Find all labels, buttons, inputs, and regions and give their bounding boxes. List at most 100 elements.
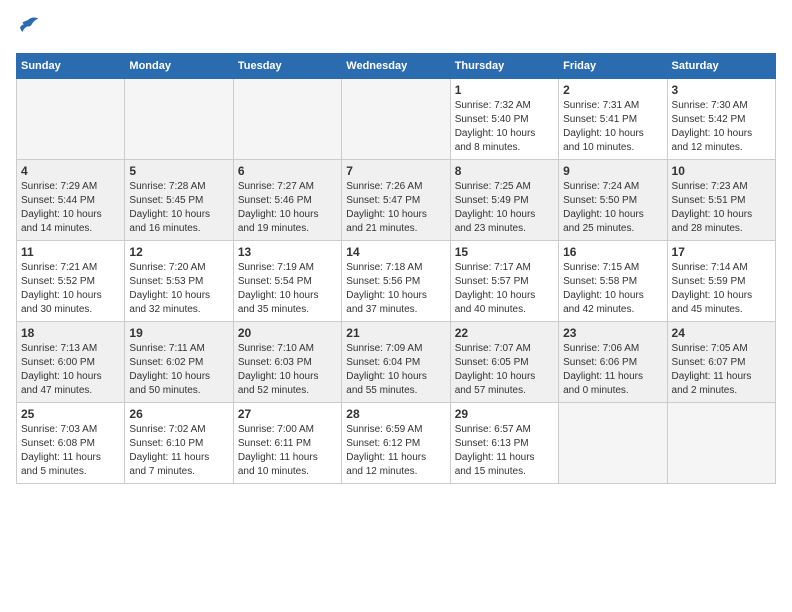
calendar-cell: 14Sunrise: 7:18 AM Sunset: 5:56 PM Dayli… xyxy=(342,241,450,322)
day-info: Sunrise: 7:21 AM Sunset: 5:52 PM Dayligh… xyxy=(21,261,120,317)
calendar-cell: 22 Sunrise: 7:07 AM Sunset: 6:05 PM Dayli… xyxy=(450,322,558,403)
calendar-cell: 7 Sunrise: 7:26 AM Sunset: 5:47 PM Daylig… xyxy=(342,160,450,241)
calendar-cell: 20 Sunrise: 7:10 AM Sunset: 6:03 PM Dayli… xyxy=(233,322,341,403)
day-number: 14 xyxy=(346,245,445,259)
calendar-cell: 10 Sunrise: 7:23 AM Sunset: 5:51 PM Dayli… xyxy=(667,160,775,241)
day-number: 28 xyxy=(346,407,445,421)
day-number: 4 xyxy=(21,164,120,178)
day-info: Sunrise: 7:03 AM Sunset: 6:08 PM Dayligh… xyxy=(21,423,120,479)
day-number: 23 xyxy=(563,326,662,340)
day-info: Sunrise: 7:29 AM Sunset: 5:44 PM Dayligh… xyxy=(21,180,120,236)
day-info: Sunrise: 7:15 AM Sunset: 5:58 PM Dayligh… xyxy=(563,261,662,317)
calendar-cell: 29 Sunrise: 6:57 AM Sunset: 6:13 PM Dayli… xyxy=(450,403,558,484)
day-number: 19 xyxy=(129,326,228,340)
calendar-cell xyxy=(17,79,125,160)
calendar-table: SundayMondayTuesdayWednesdayThursdayFrid… xyxy=(16,53,776,484)
day-number: 15 xyxy=(455,245,554,259)
day-info: Sunrise: 6:59 AM Sunset: 6:12 PM Dayligh… xyxy=(346,423,445,479)
calendar-cell: 24 Sunrise: 7:05 AM Sunset: 6:07 PM Dayli… xyxy=(667,322,775,403)
day-number: 10 xyxy=(672,164,771,178)
day-number: 29 xyxy=(455,407,554,421)
calendar-weekday-header: Saturday xyxy=(667,54,775,79)
calendar-weekday-header: Wednesday xyxy=(342,54,450,79)
day-number: 16 xyxy=(563,245,662,259)
page-header xyxy=(16,16,776,41)
day-number: 27 xyxy=(238,407,337,421)
calendar-cell: 12 Sunrise: 7:20 AM Sunset: 5:53 PM Dayli… xyxy=(125,241,233,322)
day-info: Sunrise: 7:30 AM Sunset: 5:42 PM Dayligh… xyxy=(672,99,771,155)
day-info: Sunrise: 7:10 AM Sunset: 6:03 PM Dayligh… xyxy=(238,342,337,398)
calendar-weekday-header: Tuesday xyxy=(233,54,341,79)
day-info: Sunrise: 7:13 AM Sunset: 6:00 PM Dayligh… xyxy=(21,342,120,398)
day-number: 11 xyxy=(21,245,120,259)
logo-icon xyxy=(16,16,40,41)
calendar-cell: 25 Sunrise: 7:03 AM Sunset: 6:08 PM Dayli… xyxy=(17,403,125,484)
day-info: Sunrise: 7:09 AM Sunset: 6:04 PM Dayligh… xyxy=(346,342,445,398)
day-number: 1 xyxy=(455,83,554,97)
calendar-week-row: 25 Sunrise: 7:03 AM Sunset: 6:08 PM Dayli… xyxy=(17,403,776,484)
calendar-week-row: 1 Sunrise: 7:32 AM Sunset: 5:40 PM Daylig… xyxy=(17,79,776,160)
calendar-cell: 3 Sunrise: 7:30 AM Sunset: 5:42 PM Daylig… xyxy=(667,79,775,160)
calendar-cell xyxy=(667,403,775,484)
day-info: Sunrise: 7:00 AM Sunset: 6:11 PM Dayligh… xyxy=(238,423,337,479)
day-number: 12 xyxy=(129,245,228,259)
day-info: Sunrise: 7:06 AM Sunset: 6:06 PM Dayligh… xyxy=(563,342,662,398)
day-number: 18 xyxy=(21,326,120,340)
day-info: Sunrise: 7:27 AM Sunset: 5:46 PM Dayligh… xyxy=(238,180,337,236)
calendar-weekday-header: Monday xyxy=(125,54,233,79)
day-info: Sunrise: 7:20 AM Sunset: 5:53 PM Dayligh… xyxy=(129,261,228,317)
day-number: 24 xyxy=(672,326,771,340)
day-number: 9 xyxy=(563,164,662,178)
day-number: 3 xyxy=(672,83,771,97)
day-number: 13 xyxy=(238,245,337,259)
calendar-cell: 16 Sunrise: 7:15 AM Sunset: 5:58 PM Dayli… xyxy=(559,241,667,322)
day-number: 20 xyxy=(238,326,337,340)
day-number: 17 xyxy=(672,245,771,259)
day-info: Sunrise: 7:32 AM Sunset: 5:40 PM Dayligh… xyxy=(455,99,554,155)
calendar-cell: 18 Sunrise: 7:13 AM Sunset: 6:00 PM Dayli… xyxy=(17,322,125,403)
day-info: Sunrise: 7:14 AM Sunset: 5:59 PM Dayligh… xyxy=(672,261,771,317)
calendar-cell xyxy=(342,79,450,160)
calendar-cell xyxy=(559,403,667,484)
calendar-cell: 11 Sunrise: 7:21 AM Sunset: 5:52 PM Dayli… xyxy=(17,241,125,322)
calendar-cell: 4 Sunrise: 7:29 AM Sunset: 5:44 PM Daylig… xyxy=(17,160,125,241)
calendar-cell: 5 Sunrise: 7:28 AM Sunset: 5:45 PM Daylig… xyxy=(125,160,233,241)
calendar-cell: 8 Sunrise: 7:25 AM Sunset: 5:49 PM Daylig… xyxy=(450,160,558,241)
calendar-cell: 9 Sunrise: 7:24 AM Sunset: 5:50 PM Daylig… xyxy=(559,160,667,241)
calendar-cell: 13 Sunrise: 7:19 AM Sunset: 5:54 PM Dayli… xyxy=(233,241,341,322)
day-number: 22 xyxy=(455,326,554,340)
day-number: 7 xyxy=(346,164,445,178)
day-info: Sunrise: 7:25 AM Sunset: 5:49 PM Dayligh… xyxy=(455,180,554,236)
calendar-cell: 6 Sunrise: 7:27 AM Sunset: 5:46 PM Daylig… xyxy=(233,160,341,241)
day-info: Sunrise: 7:02 AM Sunset: 6:10 PM Dayligh… xyxy=(129,423,228,479)
calendar-cell xyxy=(233,79,341,160)
day-number: 6 xyxy=(238,164,337,178)
logo xyxy=(16,16,44,41)
calendar-cell: 19 Sunrise: 7:11 AM Sunset: 6:02 PM Dayli… xyxy=(125,322,233,403)
calendar-cell xyxy=(125,79,233,160)
day-number: 5 xyxy=(129,164,228,178)
calendar-cell: 26Sunrise: 7:02 AM Sunset: 6:10 PM Dayli… xyxy=(125,403,233,484)
day-info: Sunrise: 7:31 AM Sunset: 5:41 PM Dayligh… xyxy=(563,99,662,155)
calendar-cell: 1 Sunrise: 7:32 AM Sunset: 5:40 PM Daylig… xyxy=(450,79,558,160)
calendar-cell: 23 Sunrise: 7:06 AM Sunset: 6:06 PM Dayli… xyxy=(559,322,667,403)
calendar-cell: 15Sunrise: 7:17 AM Sunset: 5:57 PM Dayli… xyxy=(450,241,558,322)
calendar-cell: 27 Sunrise: 7:00 AM Sunset: 6:11 PM Dayli… xyxy=(233,403,341,484)
calendar-cell: 17 Sunrise: 7:14 AM Sunset: 5:59 PM Dayli… xyxy=(667,241,775,322)
day-info: Sunrise: 7:28 AM Sunset: 5:45 PM Dayligh… xyxy=(129,180,228,236)
calendar-header-row: SundayMondayTuesdayWednesdayThursdayFrid… xyxy=(17,54,776,79)
day-info: Sunrise: 7:23 AM Sunset: 5:51 PM Dayligh… xyxy=(672,180,771,236)
calendar-weekday-header: Friday xyxy=(559,54,667,79)
day-info: Sunrise: 7:07 AM Sunset: 6:05 PM Dayligh… xyxy=(455,342,554,398)
day-info: Sunrise: 7:24 AM Sunset: 5:50 PM Dayligh… xyxy=(563,180,662,236)
day-number: 8 xyxy=(455,164,554,178)
day-info: Sunrise: 7:26 AM Sunset: 5:47 PM Dayligh… xyxy=(346,180,445,236)
calendar-week-row: 18 Sunrise: 7:13 AM Sunset: 6:00 PM Dayli… xyxy=(17,322,776,403)
day-number: 21 xyxy=(346,326,445,340)
day-info: Sunrise: 7:19 AM Sunset: 5:54 PM Dayligh… xyxy=(238,261,337,317)
day-info: Sunrise: 6:57 AM Sunset: 6:13 PM Dayligh… xyxy=(455,423,554,479)
day-number: 25 xyxy=(21,407,120,421)
day-info: Sunrise: 7:11 AM Sunset: 6:02 PM Dayligh… xyxy=(129,342,228,398)
calendar-cell: 2Sunrise: 7:31 AM Sunset: 5:41 PM Daylig… xyxy=(559,79,667,160)
day-info: Sunrise: 7:05 AM Sunset: 6:07 PM Dayligh… xyxy=(672,342,771,398)
